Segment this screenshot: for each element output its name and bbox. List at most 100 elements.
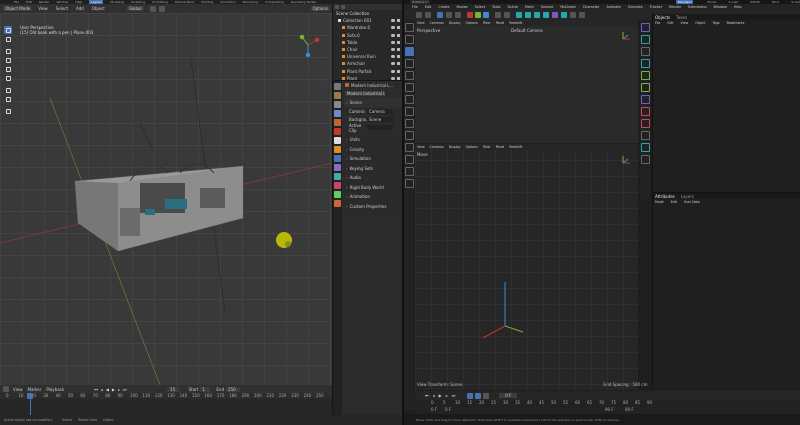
move-tool[interactable] <box>4 47 12 55</box>
objects-menu-file[interactable]: File <box>655 21 660 25</box>
viewport-options[interactable]: Options <box>310 6 330 11</box>
section-simulation[interactable]: Simulation <box>344 154 402 163</box>
tool-tab-icon[interactable] <box>334 83 341 90</box>
vp2-menu-filter[interactable]: Filter <box>483 145 491 149</box>
timeline-menu-playback[interactable]: Playback <box>46 387 64 392</box>
scale-mode-icon[interactable] <box>446 12 452 18</box>
live-select-icon[interactable] <box>404 35 414 44</box>
section-gravity[interactable]: Gravity <box>344 145 402 154</box>
section-keying-sets[interactable]: Keying Sets <box>344 164 402 173</box>
outliner-editor-icon[interactable] <box>335 5 339 9</box>
c4d-menu-volume[interactable]: Volume <box>541 5 554 9</box>
brush-icon[interactable] <box>404 167 414 176</box>
render-camera-icon[interactable] <box>397 26 400 30</box>
texture-tab-icon[interactable] <box>334 200 341 207</box>
c4d-menu-render[interactable]: Render <box>669 5 681 9</box>
outliner-row[interactable]: Collection 001 <box>333 17 402 24</box>
render-camera-icon[interactable] <box>397 55 400 59</box>
section-animation[interactable]: Animation <box>344 192 402 201</box>
outliner-row[interactable]: Plant Parfait <box>333 68 402 75</box>
rotate-mode-icon[interactable] <box>455 12 461 18</box>
vp2-menu-cameras[interactable]: Cameras <box>430 145 444 149</box>
timeline-menu-marker[interactable]: Marker <box>28 387 42 392</box>
background-scene-field[interactable]: Scene <box>367 117 393 122</box>
annotate-tool[interactable] <box>4 86 12 94</box>
c4d-menu-edit[interactable]: Edit <box>425 5 432 9</box>
subdivision-icon[interactable] <box>534 12 540 18</box>
points-mode-icon[interactable] <box>404 83 414 92</box>
vp2-menu-redshift[interactable]: Redshift <box>509 145 522 149</box>
transform-orientation[interactable]: Global <box>126 6 144 11</box>
pan-hand-icon[interactable] <box>318 71 326 79</box>
layout-standard[interactable]: Standard <box>675 0 694 4</box>
sphere-icon[interactable] <box>640 35 650 44</box>
outliner-row[interactable]: Sofa.0 <box>333 32 402 39</box>
scene-collection-row[interactable]: Scene Collection <box>333 10 402 17</box>
camera-icon[interactable] <box>570 12 576 18</box>
material-icon[interactable] <box>640 119 650 128</box>
visibility-eye-icon[interactable] <box>391 26 395 30</box>
c4d-viewport-top[interactable]: View Cameras Display Options Filter Panel Reds… <box>415 20 638 143</box>
c4d-menu-file[interactable]: File <box>412 5 418 9</box>
sky-icon[interactable] <box>640 131 650 140</box>
y-axis-icon[interactable] <box>475 12 481 18</box>
vp1-menu-cameras[interactable]: Cameras <box>430 21 444 25</box>
spline-icon[interactable] <box>640 59 650 68</box>
layout-script[interactable]: Script <box>791 0 800 4</box>
snap-mode-icon[interactable] <box>404 155 414 164</box>
viewport-menu-view[interactable]: View <box>38 6 48 11</box>
scale-tool[interactable] <box>4 65 12 73</box>
viewport-menu-add[interactable]: Add <box>76 6 84 11</box>
visibility-eye-icon[interactable] <box>391 62 395 66</box>
view-select-icon[interactable] <box>404 23 414 32</box>
keyframe-icon[interactable] <box>483 392 490 399</box>
texture-mode-icon[interactable] <box>404 131 414 140</box>
rotate-tool[interactable] <box>4 56 12 64</box>
world-tab-icon[interactable] <box>334 128 341 135</box>
redo-icon[interactable] <box>425 12 431 18</box>
timeline-menu-view[interactable]: View <box>13 387 23 392</box>
render-camera-icon[interactable] <box>397 40 400 44</box>
collection-tab-icon[interactable] <box>334 137 341 144</box>
field-icon[interactable] <box>640 95 650 104</box>
render-camera-icon[interactable] <box>397 19 400 23</box>
blender-3d-viewport[interactable]: User Perspective (15) Old book with a pe… <box>0 13 332 385</box>
outliner-row[interactable]: Universal Ruin <box>333 53 402 60</box>
objects-menu-tags[interactable]: Tags <box>713 21 720 25</box>
ortho-grid-icon[interactable] <box>318 89 326 97</box>
end-frame-field[interactable]: 250 <box>225 386 240 392</box>
c4d-menu-simulate[interactable]: Simulate <box>628 5 643 9</box>
c4d-menu-character[interactable]: Character <box>583 5 600 9</box>
layout-sculpt[interactable]: Sculpt <box>728 0 737 4</box>
autokey-icon[interactable] <box>475 392 482 399</box>
navigation-gizmo[interactable] <box>296 33 320 58</box>
c4d-goto-end-icon[interactable]: ⏭ <box>452 393 456 398</box>
c4d-current-frame[interactable]: 0 F <box>499 393 518 398</box>
add-cube-tool[interactable] <box>4 107 12 115</box>
play-icon[interactable]: ▶ <box>112 387 115 392</box>
layers-tab[interactable]: Layers <box>681 194 694 199</box>
c4d-menu-animate[interactable]: Animate <box>607 5 621 9</box>
cloner-icon[interactable] <box>543 12 549 18</box>
c4d-viewport-bottom[interactable]: View Cameras Display Options Filter Panel Reds… <box>415 144 647 390</box>
scale-icon[interactable] <box>404 59 414 68</box>
object-tab-icon[interactable] <box>334 146 341 153</box>
vp1-menu-panel[interactable]: Panel <box>496 21 505 25</box>
c4d-start-field[interactable]: 0 F <box>431 407 437 412</box>
add-null-icon[interactable] <box>640 23 650 32</box>
jump-start-icon[interactable]: ⏮ <box>94 387 98 392</box>
c4d-end-field[interactable]: 90 F <box>605 407 614 412</box>
section-custom-properties[interactable]: Custom Properties <box>344 202 402 211</box>
undo-icon[interactable] <box>416 12 422 18</box>
tag-icon[interactable] <box>640 107 650 116</box>
move-icon[interactable] <box>404 47 414 56</box>
outliner-row[interactable]: Table <box>333 39 402 46</box>
section-rigid-body-world[interactable]: Rigid Body World <box>344 183 402 192</box>
layout-model[interactable]: Model <box>707 0 716 4</box>
c4d-menu-help[interactable]: Help <box>734 5 742 9</box>
render-tab-icon[interactable] <box>334 92 341 99</box>
current-frame-field[interactable]: 15 <box>166 386 179 392</box>
vp2-menu-display[interactable]: Display <box>449 145 461 149</box>
camera-view-icon[interactable] <box>318 80 326 88</box>
outliner-row[interactable]: Chair <box>333 46 402 53</box>
